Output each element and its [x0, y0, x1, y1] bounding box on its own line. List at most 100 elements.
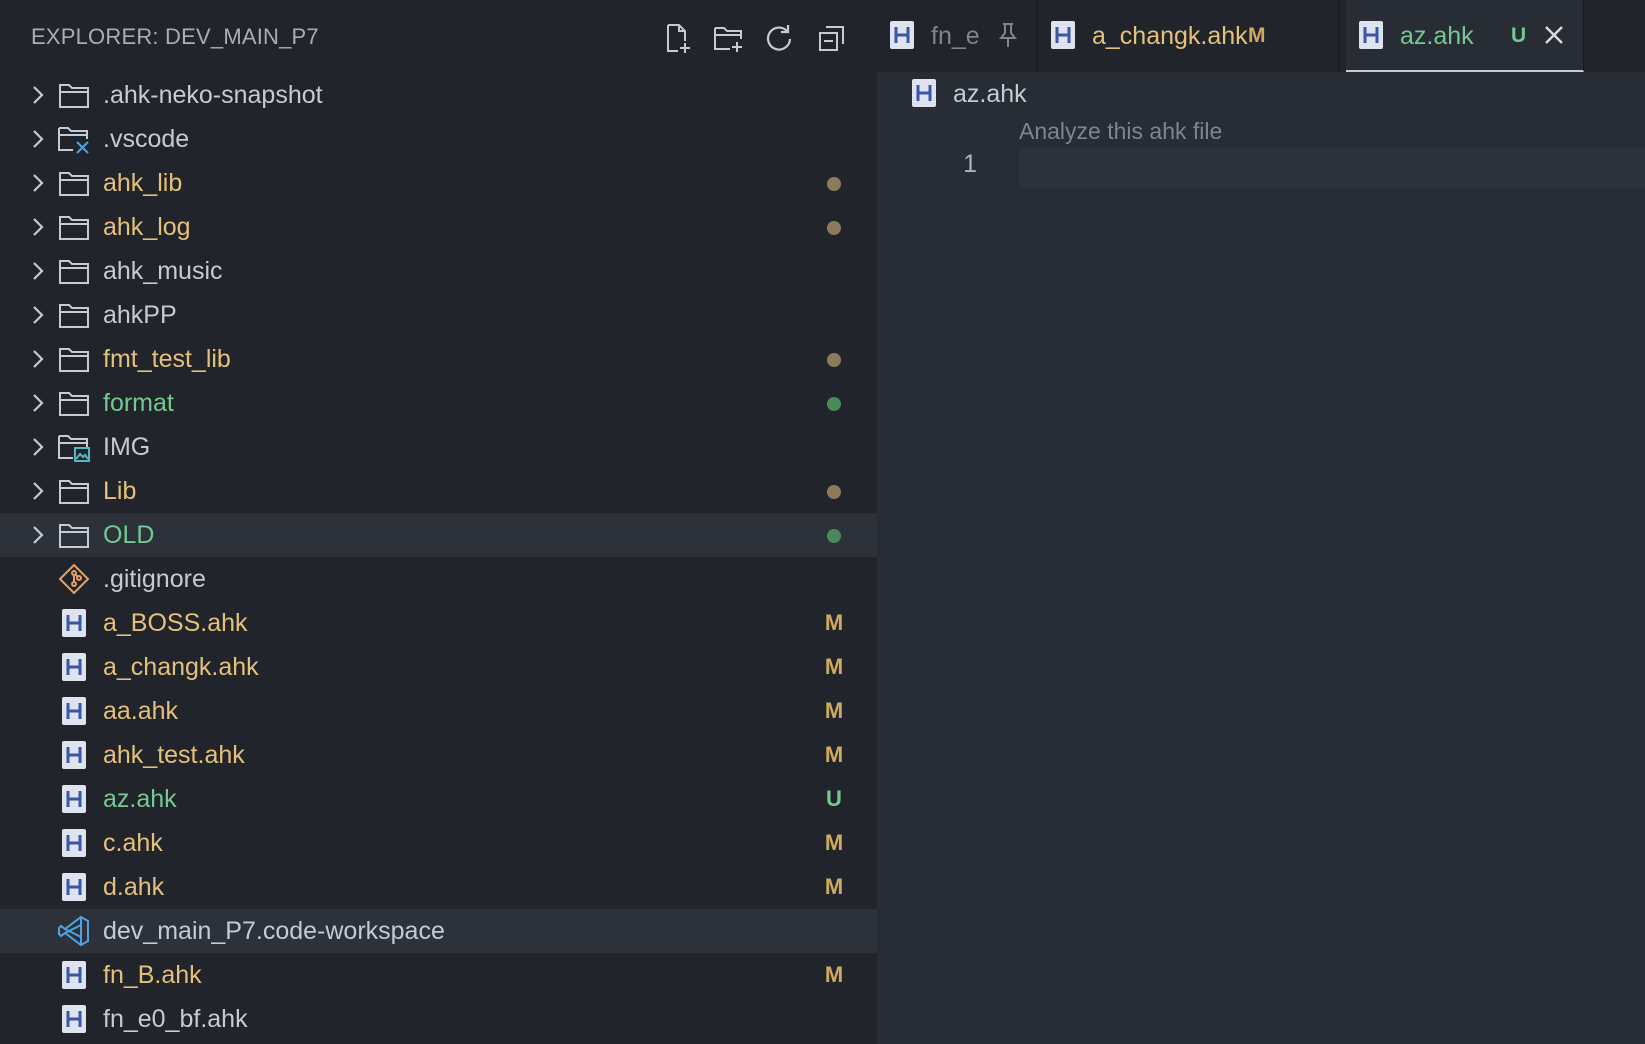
tree-item-label: Lib — [103, 477, 137, 505]
collapse-all-icon[interactable] — [812, 18, 852, 58]
chevron-right-icon[interactable] — [26, 171, 50, 195]
folder-row[interactable]: ahk_lib — [0, 161, 877, 205]
folder-row[interactable]: ahkPP — [0, 293, 877, 337]
tab-az[interactable]: az.ahk U — [1346, 0, 1584, 72]
breadcrumb-file[interactable]: az.ahk — [953, 80, 1027, 109]
chevron-right-icon[interactable] — [26, 523, 50, 547]
folder-row[interactable]: fmt_test_lib — [0, 337, 877, 381]
folder-row[interactable]: OLD — [0, 513, 877, 557]
ahk-file-icon — [57, 651, 91, 683]
tab-fn-e[interactable]: fn_e — [877, 0, 1038, 72]
file-row[interactable]: ahk_test.ahk M — [0, 733, 877, 777]
ahk-file-icon — [57, 783, 91, 815]
ahk-file-icon — [57, 827, 91, 859]
file-row[interactable]: az.ahk U — [0, 777, 877, 821]
ahk-file-icon — [57, 607, 91, 639]
folder-row[interactable]: ahk_log — [0, 205, 877, 249]
git-change-dot — [827, 485, 841, 499]
folder-row[interactable]: ahk_music — [0, 249, 877, 293]
git-status-badge: M — [824, 654, 844, 679]
file-row[interactable]: dev_main_P7.code-workspace — [0, 909, 877, 953]
refresh-icon[interactable] — [759, 18, 799, 58]
git-change-dot — [827, 397, 841, 411]
chat-hint-text[interactable]: Analyze this ahk file — [1019, 118, 1222, 145]
tab-label: a_changk.ahk — [1092, 22, 1248, 50]
current-line-highlight — [1019, 148, 1645, 188]
new-folder-icon[interactable] — [708, 18, 748, 58]
tab-a-changk[interactable]: a_changk.ahk M — [1038, 0, 1339, 72]
git-change-dot — [827, 177, 841, 191]
folder-row[interactable]: .ahk-neko-snapshot — [0, 73, 877, 117]
ahk-file-icon — [57, 959, 91, 991]
tree-item-label: ahkPP — [103, 301, 177, 329]
file-row[interactable]: aa.ahk M — [0, 689, 877, 733]
folder-images-icon — [57, 431, 91, 463]
tree-item-label: fmt_test_lib — [103, 345, 231, 373]
git-status-badge: M — [824, 610, 844, 635]
tree-item-label: .vscode — [103, 125, 190, 153]
tree-item-label: az.ahk — [103, 785, 177, 813]
ahk-file-icon — [57, 695, 91, 727]
chevron-right-icon[interactable] — [26, 479, 50, 503]
git-status-badge: M — [824, 698, 844, 723]
folder-row[interactable]: Lib — [0, 469, 877, 513]
tree-item-label: ahk_lib — [103, 169, 183, 197]
file-row[interactable]: fn_e0_bf.ahk — [0, 997, 877, 1041]
tree-item-label: a_BOSS.ahk — [103, 609, 248, 637]
git-status-badge: M — [824, 742, 844, 767]
file-row[interactable]: d.ahk M — [0, 865, 877, 909]
vscode-window: EXPLORER: DEV_MAIN_P7 .ahk-neko-snapshot… — [0, 0, 1645, 1044]
vscode-workspace-icon — [57, 915, 91, 947]
file-row[interactable]: c.ahk M — [0, 821, 877, 865]
git-status-badge: M — [824, 874, 844, 899]
tree-item-label: ahk_test.ahk — [103, 741, 245, 769]
git-status-badge: U — [826, 786, 842, 811]
file-row[interactable]: a_BOSS.ahk M — [0, 601, 877, 645]
tab-bar: fn_e a_changk.ahk M az.ahk U — [877, 0, 1645, 72]
chevron-right-icon[interactable] — [26, 303, 50, 327]
tree-item-label: fn_e0_bf.ahk — [103, 1005, 248, 1033]
tree-item-label: ahk_music — [103, 257, 223, 285]
folder-row[interactable]: IMG — [0, 425, 877, 469]
folder-icon — [57, 167, 91, 199]
close-icon[interactable] — [1539, 20, 1569, 50]
folder-icon — [57, 343, 91, 375]
ahk-file-icon — [911, 78, 941, 110]
chevron-right-icon[interactable] — [26, 391, 50, 415]
git-icon — [57, 563, 91, 595]
tab-label: az.ahk — [1400, 22, 1474, 50]
tree-item-label: OLD — [103, 521, 155, 549]
chevron-right-icon[interactable] — [26, 215, 50, 239]
new-file-icon[interactable] — [657, 18, 697, 58]
tree-item-label: ahk_log — [103, 213, 191, 241]
folder-row[interactable]: .vscode — [0, 117, 877, 161]
chevron-right-icon[interactable] — [26, 347, 50, 371]
folder-icon — [57, 475, 91, 507]
ahk-file-icon — [57, 1003, 91, 1035]
pin-icon[interactable] — [993, 20, 1023, 50]
tab-status-badge: U — [1511, 24, 1527, 47]
file-tree: .ahk-neko-snapshot .vscode ahk_lib ahk_loga… — [0, 73, 877, 1041]
chevron-right-icon[interactable] — [26, 435, 50, 459]
ahk-file-icon — [889, 20, 919, 52]
chevron-right-icon[interactable] — [26, 83, 50, 107]
ahk-file-icon — [1050, 20, 1080, 52]
ahk-file-icon — [57, 739, 91, 771]
tree-item-label: dev_main_P7.code-workspace — [103, 917, 445, 945]
tree-item-label: d.ahk — [103, 873, 165, 901]
git-change-dot — [827, 221, 841, 235]
git-status-badge: M — [824, 830, 844, 855]
file-row[interactable]: .gitignore — [0, 557, 877, 601]
chevron-right-icon[interactable] — [26, 259, 50, 283]
file-row[interactable]: a_changk.ahk M — [0, 645, 877, 689]
folder-icon — [57, 387, 91, 419]
tree-item-label: .ahk-neko-snapshot — [103, 81, 323, 109]
chevron-right-icon[interactable] — [26, 127, 50, 151]
explorer-header: EXPLORER: DEV_MAIN_P7 — [0, 0, 877, 74]
folder-row[interactable]: format — [0, 381, 877, 425]
ahk-file-icon — [1358, 20, 1388, 52]
code-editor[interactable]: Analyze this ahk file 1 — [877, 118, 1645, 1044]
file-row[interactable]: fn_B.ahk M — [0, 953, 877, 997]
tab-status-badge: M — [1248, 24, 1266, 47]
explorer-title: EXPLORER: DEV_MAIN_P7 — [31, 24, 319, 49]
